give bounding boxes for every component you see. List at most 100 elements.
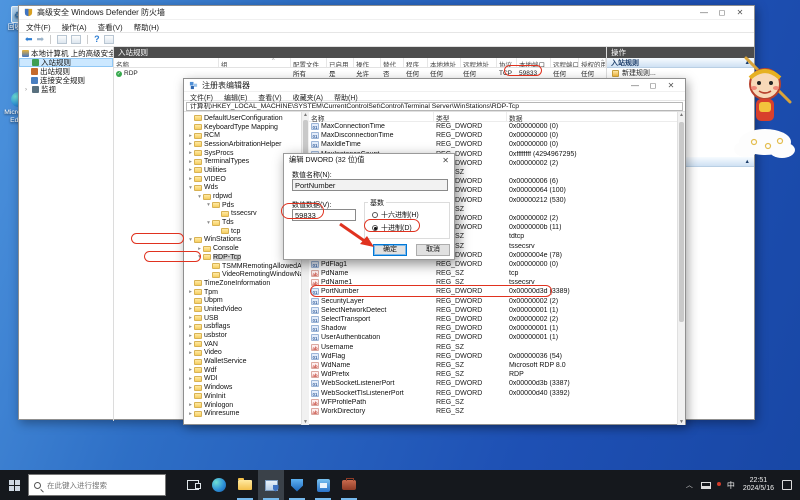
radio-hexadecimal[interactable]: 十六进制(H) xyxy=(372,210,419,220)
expand-icon[interactable]: ▸ xyxy=(187,306,194,312)
value-row-selecttransport[interactable]: 01 SelectTransport REG_DWORD 0x00000002 (2) xyxy=(309,315,685,324)
dialog-close-icon[interactable]: ✕ xyxy=(442,156,449,165)
menu-item[interactable]: 查看(V) xyxy=(98,22,123,32)
expand-icon[interactable]: ▸ xyxy=(187,150,194,156)
expand-icon[interactable]: › xyxy=(25,87,30,93)
expand-icon[interactable]: ▸ xyxy=(187,167,194,173)
ime-indicator[interactable]: 中 xyxy=(727,480,735,491)
network-icon[interactable] xyxy=(700,481,711,489)
expand-icon[interactable]: ▾ xyxy=(196,194,203,200)
value-row-username[interactable]: ab Username REG_SZ xyxy=(309,343,685,352)
values-column-header[interactable]: 名称 xyxy=(309,112,434,123)
registry-key-wininit[interactable]: WinInit xyxy=(184,392,301,401)
value-row-shadow[interactable]: 01 Shadow REG_DWORD 0x00000001 (1) xyxy=(309,324,685,333)
menu-item[interactable]: 操作(A) xyxy=(62,22,87,32)
firewall-titlebar[interactable]: 高级安全 Windows Defender 防火墙 — ◻ ✕ xyxy=(19,6,754,20)
back-button[interactable]: ⬅ xyxy=(25,35,33,44)
firewall-close-button[interactable]: ✕ xyxy=(731,6,749,19)
firewall-minimize-button[interactable]: — xyxy=(695,6,713,19)
expand-icon[interactable]: ▾ xyxy=(205,220,212,226)
expand-icon[interactable]: ▸ xyxy=(187,376,194,382)
expand-icon[interactable]: ▸ xyxy=(187,289,194,295)
search-input[interactable] xyxy=(45,479,160,491)
fw-tree-root[interactable]: 本地计算机 上的高级安全 Win xyxy=(19,49,113,58)
expand-icon[interactable]: ▸ xyxy=(187,350,194,356)
registry-key-winlogon[interactable]: ▸ Winlogon xyxy=(184,401,301,410)
values-scrollbar[interactable]: ▲ ▼ xyxy=(677,112,685,425)
expand-icon[interactable]: ▸ xyxy=(187,315,194,321)
value-row-pdflag1[interactable]: 01 PdFlag1 REG_DWORD 0x00000000 (0) xyxy=(309,260,685,269)
column-header[interactable]: 程序 xyxy=(404,58,428,67)
column-header[interactable]: 远程地址 xyxy=(461,58,497,67)
dialog-titlebar[interactable]: 编辑 DWORD (32 位)值 ✕ xyxy=(284,154,454,166)
fw-tree-item-1[interactable]: 入站规则 xyxy=(19,58,113,67)
registry-key-usbflags[interactable]: ▸ usbflags xyxy=(184,323,301,332)
registry-key-windows[interactable]: ▸ Windows xyxy=(184,383,301,392)
column-header[interactable]: 本地端口 xyxy=(517,58,551,67)
registry-key-video[interactable]: ▸ Video xyxy=(184,349,301,358)
expand-icon[interactable]: ▸ xyxy=(187,333,194,339)
menu-item[interactable]: 收藏夹(A) xyxy=(293,93,323,102)
fw-tree-item-2[interactable]: 出站规则 xyxy=(19,67,113,76)
registry-key-timezoneinformation[interactable]: TimeZoneInformation xyxy=(184,279,301,288)
expand-icon[interactable]: ▸ xyxy=(187,159,194,165)
value-row-portnumber[interactable]: 01 PortNumber REG_DWORD 0x00000d3d (3389) xyxy=(309,287,685,296)
taskbar-app-blue[interactable] xyxy=(310,470,336,500)
taskbar-search[interactable] xyxy=(28,474,166,496)
registry-address-input[interactable]: 计算机\HKEY_LOCAL_MACHINE\SYSTEM\CurrentCon… xyxy=(186,101,683,111)
value-row-securitylayer[interactable]: 01 SecurityLayer REG_DWORD 0x00000002 (2) xyxy=(309,297,685,306)
menu-item[interactable]: 查看(V) xyxy=(258,93,281,102)
task-view-button[interactable] xyxy=(180,470,206,500)
registry-key-winresume[interactable]: ▸ Winresume xyxy=(184,409,301,418)
taskbar-file-explorer[interactable] xyxy=(232,470,258,500)
forward-button[interactable]: ➡ xyxy=(37,35,45,44)
menu-item[interactable]: 帮助(H) xyxy=(134,22,159,32)
radio-decimal[interactable]: 十进制(D) xyxy=(372,223,412,233)
rule-row-rdp[interactable]: ✓ RDP 所有 是 允许 否 任何 任何 任何 TCP 59833 任何 任何 xyxy=(114,68,606,78)
column-header[interactable]: 操作 xyxy=(354,58,381,67)
menu-item[interactable]: 编辑(E) xyxy=(224,93,247,102)
registry-key-usbstor[interactable]: ▸ usbstor xyxy=(184,331,301,340)
value-row-workdirectory[interactable]: ab WorkDirectory REG_SZ xyxy=(309,407,685,416)
collapse-icon[interactable]: ▲ xyxy=(745,159,750,165)
expand-icon[interactable]: ▸ xyxy=(187,367,194,373)
taskbar-firewall-console[interactable] xyxy=(258,470,284,500)
registry-key-tsmmremotingallowedapps[interactable]: TSMMRemotingAllowedApps xyxy=(184,262,301,271)
taskbar-edge[interactable] xyxy=(206,470,232,500)
firewall-maximize-button[interactable]: ◻ xyxy=(713,6,731,19)
start-button[interactable] xyxy=(0,470,28,500)
registry-titlebar[interactable]: 注册表编辑器 — ◻ ✕ xyxy=(184,79,685,92)
column-header[interactable]: 名称 xyxy=(114,58,219,67)
taskbar-app-red[interactable] xyxy=(336,470,362,500)
expand-icon[interactable]: ▾ xyxy=(187,185,194,191)
registry-key-wdi[interactable]: ▸ WDI xyxy=(184,375,301,384)
registry-key-van[interactable]: ▸ VAN xyxy=(184,340,301,349)
expand-icon[interactable]: ▸ xyxy=(196,246,203,252)
value-row-maxconnectiontime[interactable]: 01 MaxConnectionTime REG_DWORD 0x00000000 (… xyxy=(309,122,685,131)
expand-icon[interactable]: ▸ xyxy=(187,141,194,147)
registry-key-wdf[interactable]: ▸ Wdf xyxy=(184,366,301,375)
registry-key-tpm[interactable]: ▸ Tpm xyxy=(184,288,301,297)
console-tree-icon[interactable] xyxy=(57,35,68,44)
value-row-maxdisconnectiontime[interactable]: 01 MaxDisconnectionTime REG_DWORD 0x0000000… xyxy=(309,131,685,140)
column-header[interactable]: 配置文件 xyxy=(291,58,327,67)
value-row-wdname[interactable]: ab WdName REG_SZ Microsoft RDP 8.0 xyxy=(309,361,685,370)
menu-item[interactable]: 文件(F) xyxy=(26,22,51,32)
collapse-icon[interactable]: ▲ xyxy=(745,60,750,66)
expand-icon[interactable]: ▸ xyxy=(187,176,194,182)
value-row-websocketlistenerport[interactable]: 01 WebSocketListenerPort REG_DWORD 0x00000d… xyxy=(309,379,685,388)
expand-icon[interactable]: ▸ xyxy=(187,402,194,408)
values-column-header[interactable]: 数据 xyxy=(507,112,685,123)
value-data-field[interactable] xyxy=(292,209,356,221)
action-center-icon[interactable] xyxy=(782,480,792,490)
registry-key-rcm[interactable]: ▸ RCM xyxy=(184,131,301,140)
expand-icon[interactable]: ▸ xyxy=(187,324,194,330)
column-header[interactable]: 替代 xyxy=(381,58,404,67)
registry-key-unitedvideo[interactable]: ▸ UnitedVideo xyxy=(184,305,301,314)
export-list-icon[interactable] xyxy=(71,35,82,44)
registry-key-walletservice[interactable]: WalletService xyxy=(184,357,301,366)
value-row-userauthentication[interactable]: 01 UserAuthentication REG_DWORD 0x00000001 … xyxy=(309,333,685,342)
taskbar-clock[interactable]: 22:51 2024/5/16 xyxy=(743,477,774,494)
value-row-pdname1[interactable]: ab PdName1 REG_SZ tssecsrv xyxy=(309,278,685,287)
actions-section-inbound-rules[interactable]: 入站规则 ▲ xyxy=(607,58,754,68)
